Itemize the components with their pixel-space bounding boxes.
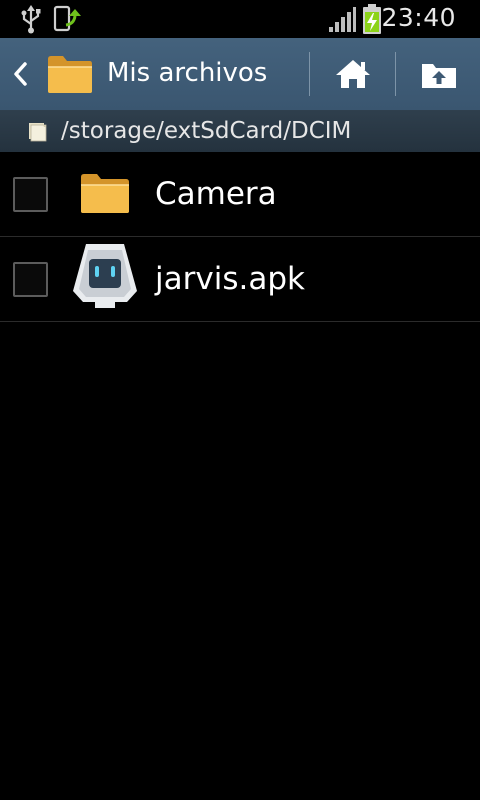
folder-icon xyxy=(46,53,94,99)
file-name: jarvis.apk xyxy=(155,261,305,297)
list-item[interactable]: Camera xyxy=(0,152,480,237)
list-item[interactable]: jarvis.apk xyxy=(0,237,480,322)
home-icon xyxy=(334,58,372,94)
battery-charging-icon xyxy=(362,4,382,38)
app-title: Mis archivos xyxy=(107,58,268,88)
current-path: /storage/extSdCard/DCIM xyxy=(61,118,352,144)
apk-app-icon xyxy=(70,243,140,315)
row-checkbox[interactable] xyxy=(13,262,48,297)
action-bar: Mis archivos xyxy=(0,38,480,110)
path-bar: /storage/extSdCard/DCIM xyxy=(0,110,480,152)
up-folder-button[interactable] xyxy=(404,38,480,110)
back-arrow-icon[interactable] xyxy=(10,60,30,92)
divider xyxy=(309,52,310,96)
signal-icon xyxy=(328,6,356,36)
file-name: Camera xyxy=(155,176,277,212)
status-bar: 23:40 xyxy=(0,0,480,38)
sd-card-icon xyxy=(27,122,49,146)
up-folder-icon xyxy=(420,60,458,94)
row-checkbox[interactable] xyxy=(13,177,48,212)
usb-icon xyxy=(18,4,44,38)
screen-rotate-icon xyxy=(52,4,84,38)
home-button[interactable] xyxy=(320,38,384,110)
status-time: 23:40 xyxy=(381,3,456,32)
divider xyxy=(395,52,396,96)
folder-icon xyxy=(80,172,130,218)
